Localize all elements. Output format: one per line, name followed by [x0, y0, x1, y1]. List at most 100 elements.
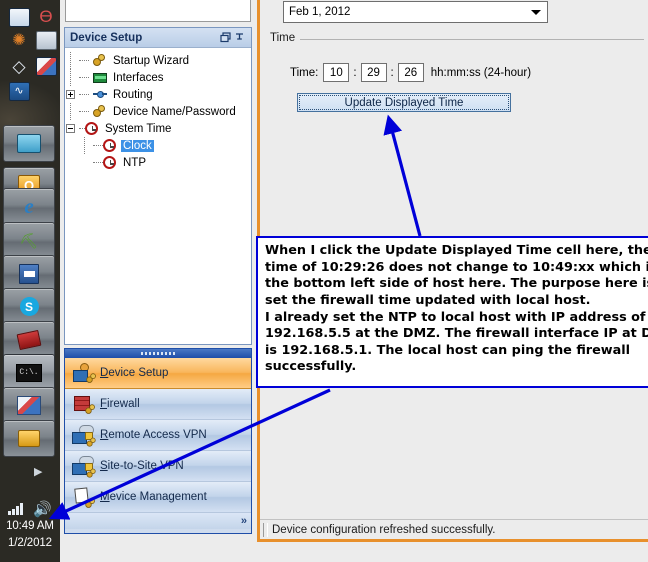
- system-tray: 🔊 10:49 AM 1/2/2012: [0, 494, 60, 562]
- site-to-site-vpn-icon: [70, 454, 96, 478]
- tree-label: Routing: [113, 88, 153, 101]
- remote-access-vpn-icon: [70, 423, 96, 447]
- command-prompt-button[interactable]: C:\.: [3, 354, 55, 391]
- collapse-system-time-icon[interactable]: [66, 124, 75, 133]
- folder-icon: [17, 134, 41, 153]
- asdm-application-window: Device Setup Startup Wizard Interfaces R…: [60, 0, 648, 562]
- device-setup-panel-header: Device Setup: [65, 28, 251, 48]
- time-group-box: Time Time: 10 : 29 : 26 hh:mm:ss (24-hou…: [270, 32, 644, 124]
- tree-item-system-time[interactable]: System Time: [65, 120, 251, 137]
- gear-icon: [91, 53, 108, 68]
- book-icon: [16, 329, 42, 350]
- nav-item-device-management[interactable]: Mevice Management: [65, 482, 251, 513]
- overflow-chevron-icon[interactable]: »: [241, 515, 247, 527]
- date-value: Feb 1, 2012: [289, 6, 351, 18]
- group-divider: [270, 39, 644, 40]
- paint-palette-icon: [17, 396, 41, 415]
- nav-item-site-to-site-vpn[interactable]: Site-to-Site VPN: [65, 451, 251, 482]
- tree-item-clock[interactable]: Clock: [65, 137, 251, 154]
- folder-yellow-button[interactable]: [3, 420, 55, 457]
- upper-blank-panel: [65, 0, 251, 22]
- desktop-taskbar-column: Ө ✺ ◇ ∿ O e ⛏ S C:\. ▶ 🔊 10:49 AM 1/2/20…: [0, 0, 60, 562]
- floppy-icon: [19, 263, 39, 284]
- firewall-icon: [70, 392, 96, 416]
- printer-icon[interactable]: [33, 27, 59, 53]
- callout-line: 192.168.5.5 at the DMZ. The firewall int…: [265, 326, 648, 342]
- speaker-icon[interactable]: 🔊: [33, 500, 52, 518]
- ie-icon: e: [24, 194, 34, 218]
- network-app-button[interactable]: ⛏: [3, 222, 55, 259]
- callout-line: I already set the NTP to local host with…: [265, 309, 646, 325]
- nav-item-label: Remote Access VPN: [100, 429, 207, 441]
- tree-label: Startup Wizard: [113, 54, 190, 67]
- status-bar: Device configuration refreshed successfu…: [260, 519, 648, 539]
- callout-line: the bottom left side of host here. The p…: [265, 276, 648, 292]
- skype-button[interactable]: S: [3, 288, 55, 325]
- flame-icon[interactable]: ✺: [6, 28, 32, 54]
- main-navigation-list: Device Setup Firewall Remote Access VPN …: [64, 348, 252, 534]
- update-displayed-time-button[interactable]: Update Displayed Time: [297, 93, 511, 112]
- callout-line: is 192.168.5.1. The local host can ping …: [265, 342, 631, 358]
- network-graph-icon[interactable]: ∿: [6, 78, 32, 104]
- signal-bars-icon[interactable]: [8, 502, 23, 515]
- status-grip: [263, 522, 268, 537]
- nav-item-device-setup[interactable]: Device Setup: [65, 358, 251, 389]
- navigation-drag-grip[interactable]: [65, 349, 251, 358]
- device-setup-icon: [70, 361, 96, 385]
- tree-item-startup-wizard[interactable]: Startup Wizard: [65, 52, 251, 69]
- book-reader-button[interactable]: [3, 321, 55, 358]
- pin-icon[interactable]: [232, 31, 246, 45]
- restore-window-icon[interactable]: [218, 31, 232, 45]
- hours-input[interactable]: 10: [323, 63, 350, 82]
- skype-icon: S: [19, 297, 39, 316]
- tree-item-interfaces[interactable]: Interfaces: [65, 69, 251, 86]
- cmd-icon: C:\.: [16, 363, 42, 382]
- time-format-hint: hh:mm:ss (24-hour): [430, 66, 532, 79]
- device-setup-tree: Startup Wizard Interfaces Routing Device…: [65, 48, 251, 344]
- explorer-folder-button[interactable]: [3, 125, 55, 162]
- time-separator: :: [353, 66, 357, 79]
- nav-item-label: Firewall: [100, 398, 140, 410]
- seconds-input[interactable]: 26: [397, 63, 424, 82]
- tree-label: System Time: [105, 122, 172, 135]
- taskbar-clock-date[interactable]: 1/2/2012: [2, 537, 58, 549]
- time-group-label: Time: [270, 32, 301, 44]
- clock-icon: [83, 121, 100, 136]
- tree-item-routing[interactable]: Routing: [65, 86, 251, 103]
- expand-routing-icon[interactable]: [66, 90, 75, 99]
- time-field-label: Time:: [290, 66, 319, 79]
- nav-item-remote-access-vpn[interactable]: Remote Access VPN: [65, 420, 251, 451]
- yellow-folder-icon: [18, 430, 40, 447]
- media-player-icon[interactable]: [6, 4, 32, 30]
- tree-label: NTP: [123, 156, 146, 169]
- internet-explorer-button[interactable]: e: [3, 188, 55, 225]
- device-setup-tree-panel: Device Setup Startup Wizard Interfaces R…: [64, 27, 252, 345]
- taskbar-overflow-arrow[interactable]: ▶: [34, 465, 42, 478]
- minutes-input[interactable]: 29: [360, 63, 387, 82]
- nav-item-firewall[interactable]: Firewall: [65, 389, 251, 420]
- tree-label-selected: Clock: [121, 139, 154, 152]
- device-management-icon: [70, 485, 96, 509]
- paint-icon[interactable]: [33, 53, 59, 79]
- taskbar-clock-time[interactable]: 10:49 AM: [2, 520, 58, 532]
- chevron-down-icon[interactable]: [531, 10, 541, 15]
- tree-item-device-name-password[interactable]: Device Name/Password: [65, 103, 251, 120]
- network-tool-icon: ⛏: [19, 232, 39, 250]
- time-separator: :: [390, 66, 394, 79]
- tree-item-ntp[interactable]: NTP: [65, 154, 251, 171]
- paint-app-button[interactable]: [3, 387, 55, 424]
- left-navigation-column: Device Setup Startup Wizard Interfaces R…: [60, 0, 255, 542]
- callout-line: successfully.: [265, 359, 357, 375]
- time-input-row: Time: 10 : 29 : 26 hh:mm:ss (24-hour): [290, 63, 531, 82]
- diamond-icon[interactable]: ◇: [6, 53, 32, 79]
- nav-item-label: Device Setup: [100, 367, 169, 379]
- callout-line: When I click the Update Displayed Time c…: [265, 243, 648, 258]
- opera-browser-icon[interactable]: Ө: [33, 3, 59, 29]
- nav-item-label: Site-to-Site VPN: [100, 460, 184, 472]
- device-setup-panel-title: Device Setup: [70, 31, 143, 44]
- interfaces-icon: [91, 70, 108, 85]
- date-dropdown[interactable]: Feb 1, 2012: [283, 1, 548, 23]
- nav-item-label: Mevice Management: [100, 491, 207, 503]
- navigation-overflow-row[interactable]: »: [65, 513, 251, 529]
- save-floppy-button[interactable]: [3, 255, 55, 292]
